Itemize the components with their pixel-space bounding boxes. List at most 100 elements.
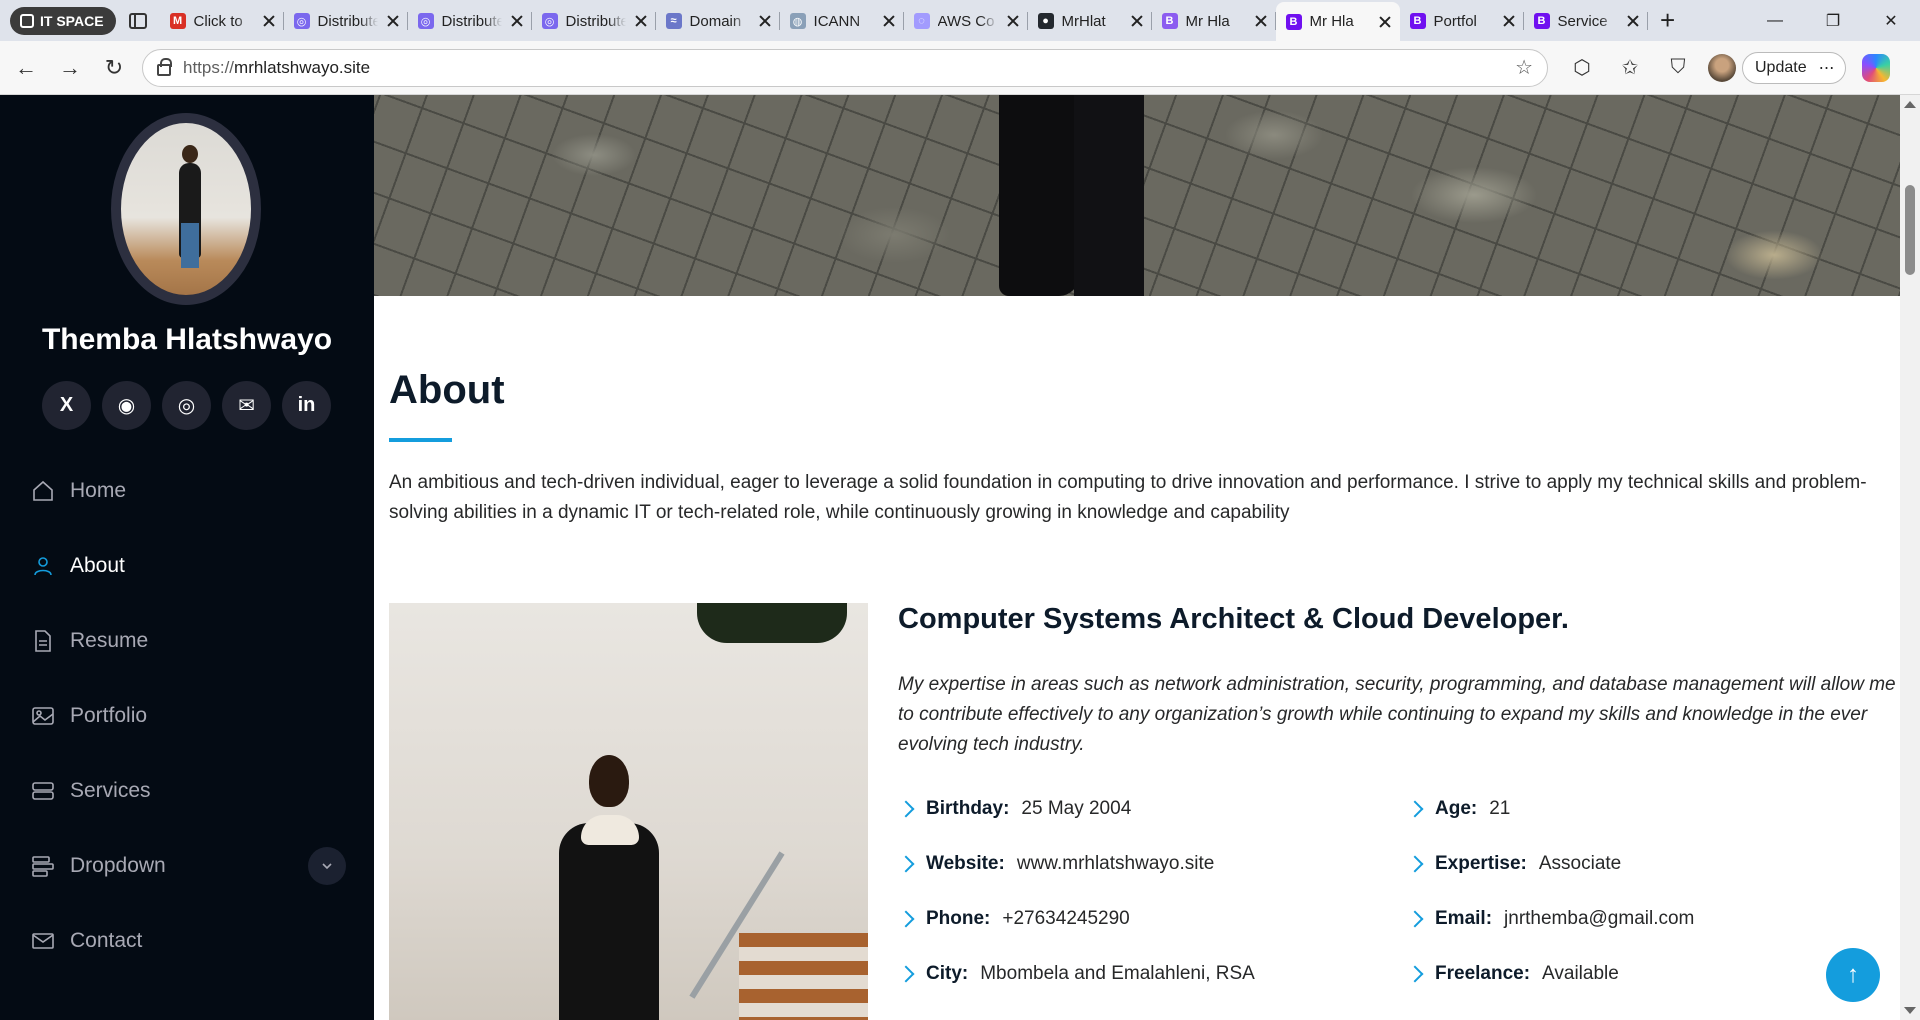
tab-close-icon[interactable] bbox=[1006, 14, 1020, 28]
photo-stairs bbox=[739, 933, 868, 1020]
sidebar-item-resume[interactable]: Resume bbox=[30, 603, 346, 678]
linkedin-link[interactable]: in bbox=[282, 381, 331, 430]
arrow-right-icon: → bbox=[59, 54, 81, 80]
photo-person-collar bbox=[581, 815, 639, 845]
sidebar-item-label: Home bbox=[70, 478, 127, 502]
page-scrollbar[interactable] bbox=[1900, 95, 1920, 1020]
photo-head bbox=[182, 145, 198, 163]
tab-title: Domain bbox=[689, 12, 742, 30]
gmail-icon: M bbox=[169, 13, 186, 29]
sidebar-item-home[interactable]: Home bbox=[30, 453, 346, 528]
browser-essentials-button[interactable]: ⛉ bbox=[1654, 48, 1702, 88]
minimize-button[interactable]: — bbox=[1746, 0, 1804, 41]
browser-tab[interactable]: B Service bbox=[1524, 3, 1648, 39]
instagram-link[interactable]: ◎ bbox=[162, 381, 211, 430]
browser-tab[interactable]: B Mr Hla bbox=[1275, 2, 1400, 41]
title-underline bbox=[389, 438, 452, 442]
fact-item: Expertise: Associate bbox=[1406, 850, 1898, 877]
chevron-down-icon[interactable] bbox=[308, 846, 346, 885]
browser-tab[interactable]: ◎ Distributed bbox=[532, 3, 656, 39]
forward-button[interactable]: → bbox=[48, 48, 92, 88]
extensions-button[interactable]: ⬡ bbox=[1558, 48, 1606, 88]
browser-tab[interactable]: ● MrHlat bbox=[1028, 3, 1152, 39]
tab-close-icon[interactable] bbox=[1130, 14, 1144, 28]
tab-close-icon[interactable] bbox=[1626, 14, 1640, 28]
chevron-right-icon bbox=[1406, 855, 1424, 872]
tab-close-icon[interactable] bbox=[758, 14, 772, 28]
arrow-up-icon: ↑ bbox=[1847, 961, 1859, 988]
profile-label: IT SPACE bbox=[40, 12, 104, 29]
profile-avatar[interactable] bbox=[1708, 53, 1736, 82]
mail-link[interactable]: ✉ bbox=[222, 381, 271, 430]
new-tab-button[interactable]: + bbox=[1648, 0, 1688, 41]
github-link[interactable]: ◉ bbox=[102, 381, 151, 430]
tab-close-icon[interactable] bbox=[1254, 14, 1268, 28]
fact-value: www.mrhlatshwayo.site bbox=[1016, 852, 1215, 874]
browser-tab[interactable]: ◌ AWS Co bbox=[904, 3, 1028, 39]
refresh-button[interactable]: ↻ bbox=[92, 48, 136, 88]
bootstrap-icon: B bbox=[1409, 13, 1426, 29]
chevron-right-icon bbox=[1406, 800, 1424, 817]
close-icon: ✕ bbox=[1884, 12, 1898, 30]
tab-close-icon[interactable] bbox=[386, 14, 400, 28]
sidebar-item-portfolio[interactable]: Portfolio bbox=[30, 678, 346, 753]
scroll-up-arrow[interactable] bbox=[1904, 101, 1916, 108]
sidebar-item-label: Services bbox=[70, 778, 151, 802]
fact-value: Associate bbox=[1538, 852, 1622, 874]
browser-tab[interactable]: B Portfol bbox=[1400, 3, 1524, 39]
chevron-right-icon bbox=[1406, 910, 1424, 927]
x-icon: X bbox=[59, 394, 74, 416]
lock-icon bbox=[157, 57, 172, 76]
sidebar-item-about[interactable]: About bbox=[30, 528, 346, 603]
browser-tab[interactable]: B Mr Hla bbox=[1152, 3, 1276, 39]
fact-label: Freelance: bbox=[1435, 962, 1531, 984]
tab-close-icon[interactable] bbox=[882, 14, 896, 28]
browser-tab-bar: IT SPACE M Click to ◎ Distributed ◎ Distribut… bbox=[0, 0, 1920, 41]
restore-button[interactable]: ❐ bbox=[1804, 0, 1862, 41]
fact-item: Birthday: 25 May 2004 bbox=[897, 795, 1407, 822]
update-button[interactable]: Update ⋯ bbox=[1742, 51, 1846, 84]
profile-workspace-button[interactable]: IT SPACE bbox=[10, 6, 116, 35]
favorite-star-icon[interactable]: ☆ bbox=[1515, 55, 1533, 80]
browser-tab[interactable]: ≈ Domain bbox=[656, 3, 780, 39]
photo-person-body bbox=[559, 823, 659, 1020]
sidebar-item-label: Dropdown bbox=[70, 853, 166, 877]
sidebar-item-contact[interactable]: Contact bbox=[30, 903, 346, 978]
tab-close-icon[interactable] bbox=[1378, 15, 1392, 29]
close-window-button[interactable]: ✕ bbox=[1862, 0, 1920, 41]
app-icon: ◎ bbox=[417, 13, 434, 29]
hero-legs-right bbox=[1074, 95, 1144, 296]
browser-tab[interactable]: ◍ ICANN bbox=[780, 3, 904, 39]
scrollbar-thumb[interactable] bbox=[1905, 185, 1915, 275]
workspace-icon bbox=[20, 13, 34, 28]
browser-tab[interactable]: M Click to bbox=[160, 3, 284, 39]
back-button[interactable]: ← bbox=[4, 48, 48, 88]
tab-close-icon[interactable] bbox=[510, 14, 524, 28]
sidebar-item-dropdown[interactable]: Dropdown bbox=[30, 828, 346, 903]
x-link[interactable]: X bbox=[42, 381, 91, 430]
browser-tab[interactable]: ◎ Distributed bbox=[284, 3, 408, 39]
tab-close-icon[interactable] bbox=[262, 14, 276, 28]
tab-actions-button[interactable] bbox=[116, 0, 160, 41]
tab-close-icon[interactable] bbox=[1502, 14, 1516, 28]
bootstrap-icon: B bbox=[1161, 13, 1178, 29]
chevron-right-icon bbox=[1406, 965, 1424, 982]
fact-value: Available bbox=[1542, 962, 1619, 984]
bootstrap-icon: B bbox=[1533, 13, 1550, 29]
tab-close-icon[interactable] bbox=[634, 14, 648, 28]
fact-item: Email: jnrthemba@gmail.com bbox=[1406, 905, 1898, 932]
address-bar[interactable]: https:// mrhlatshwayo.site ☆ bbox=[142, 48, 1548, 87]
sidebar-item-services[interactable]: Services bbox=[30, 753, 346, 828]
update-label: Update bbox=[1755, 58, 1807, 76]
github-icon: ◉ bbox=[117, 395, 136, 417]
scroll-top-button[interactable]: ↑ bbox=[1826, 948, 1880, 1002]
browser-tab[interactable]: ◎ Distributed bbox=[408, 3, 532, 39]
photo-legs bbox=[181, 223, 199, 268]
copilot-icon[interactable] bbox=[1861, 53, 1890, 82]
instagram-icon: ◎ bbox=[177, 395, 196, 417]
scroll-down-arrow[interactable] bbox=[1904, 1007, 1916, 1014]
favorites-button[interactable]: ✩ bbox=[1606, 48, 1654, 88]
tab-title: Portfol bbox=[1433, 12, 1477, 30]
minimize-icon: — bbox=[1767, 11, 1783, 29]
person-icon bbox=[30, 554, 56, 578]
